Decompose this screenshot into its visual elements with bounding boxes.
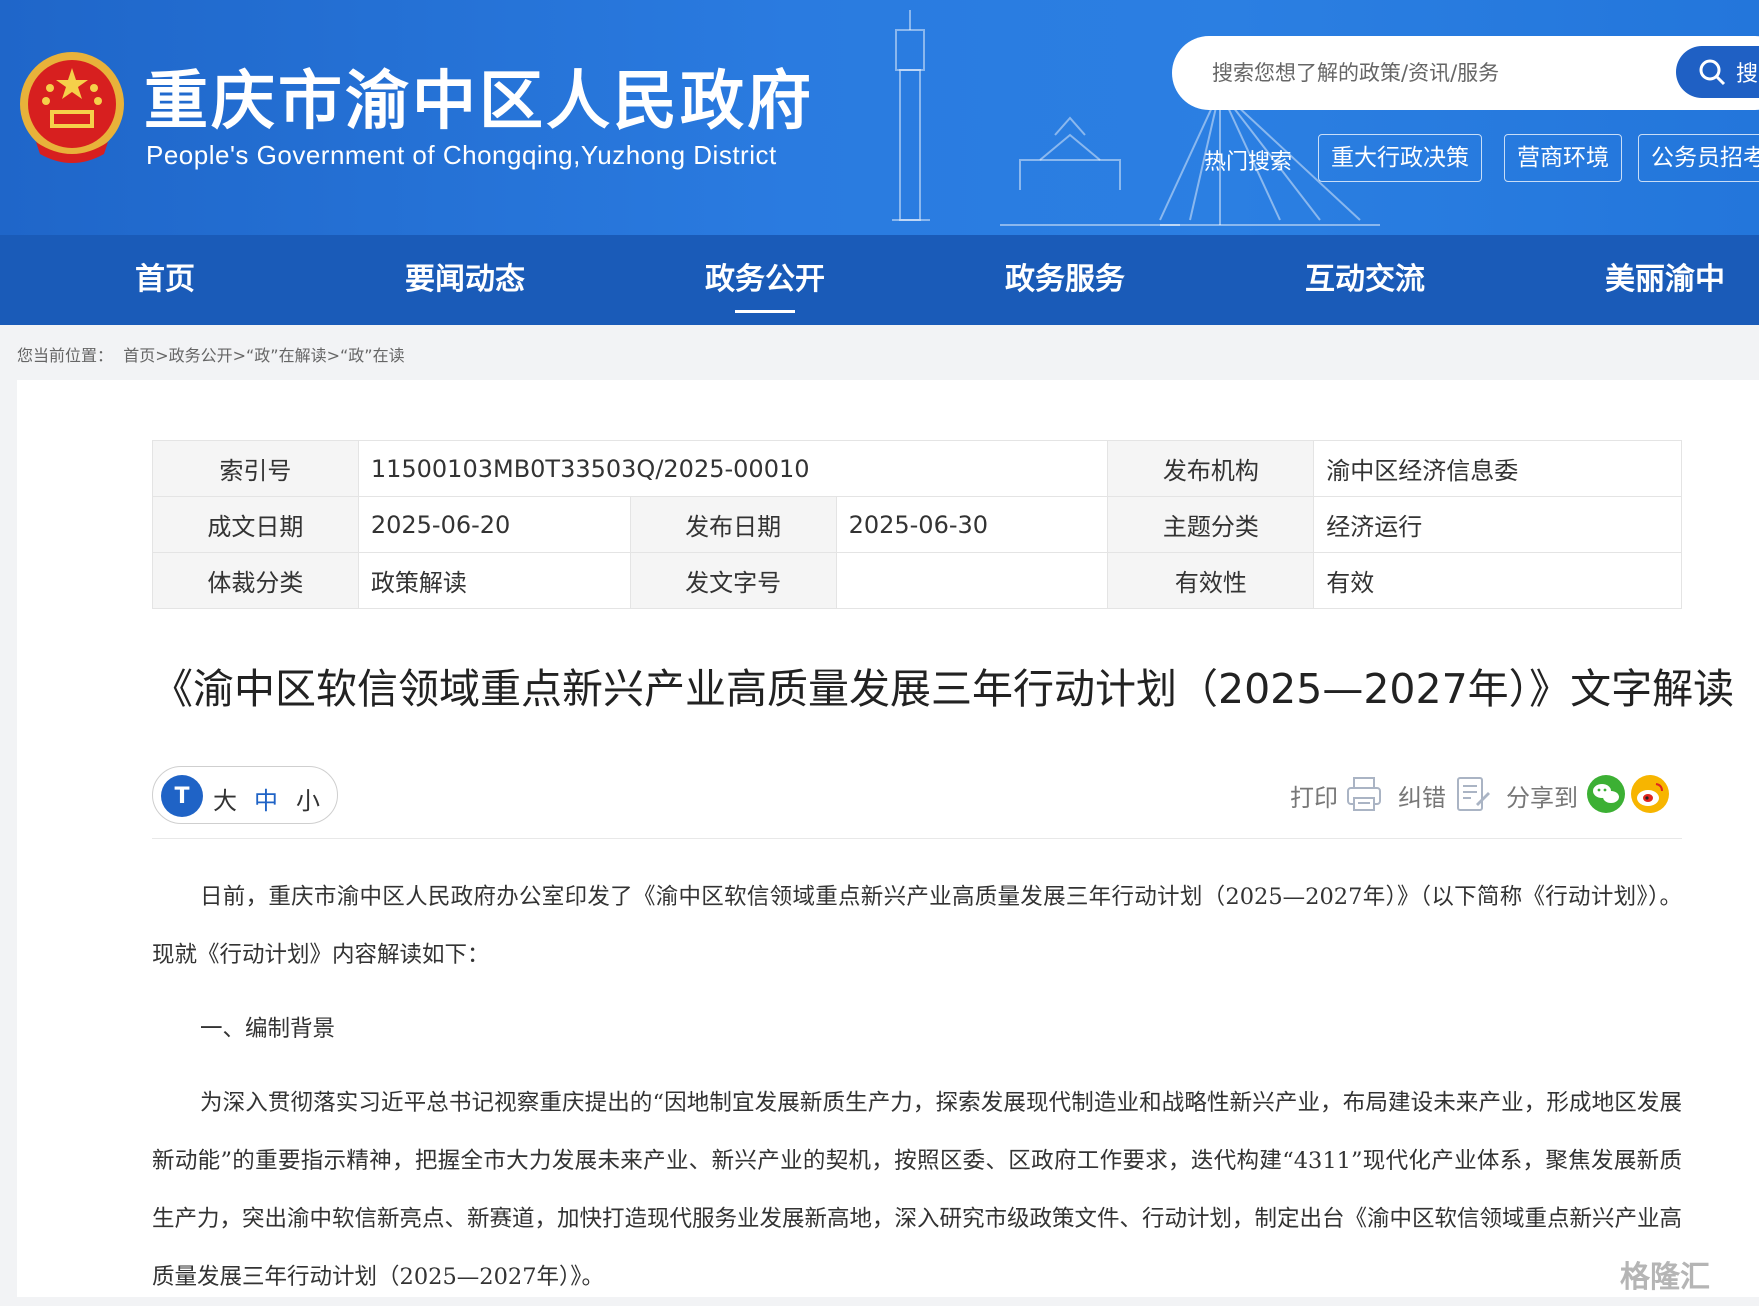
article-body: 日前，重庆市渝中区人民政府办公室印发了《渝中区软信领域重点新兴产业高质量发展三年… xyxy=(152,868,1682,1306)
nav-gov-affairs[interactable]: 政务公开 xyxy=(680,235,850,325)
meta-key: 有效性 xyxy=(1107,552,1315,609)
national-emblem-icon xyxy=(20,52,124,163)
nav-gov-services[interactable]: 政务服务 xyxy=(980,235,1150,325)
meta-key: 体裁分类 xyxy=(152,552,359,609)
meta-index-no: 11500103MB0T33503Q/2025-00010 xyxy=(357,440,1109,497)
article-heading: 一、编制背景 xyxy=(200,1016,336,1042)
font-large-button[interactable]: 大 xyxy=(213,781,237,816)
meta-key: 索引号 xyxy=(152,440,359,497)
meta-publisher: 渝中区经济信息委 xyxy=(1313,440,1682,497)
error-report-icon[interactable] xyxy=(1452,774,1492,814)
search-input[interactable] xyxy=(1212,58,1632,88)
search-button[interactable]: 搜 xyxy=(1676,46,1759,98)
meta-topic: 经济运行 xyxy=(1313,496,1682,553)
site-header: 重庆市渝中区人民政府 People's Government of Chongq… xyxy=(0,0,1759,235)
meta-validity: 有效 xyxy=(1313,552,1682,609)
hot-tag-civil-exam[interactable]: 公务员招考 xyxy=(1638,134,1759,182)
share-label: 分享到 xyxy=(1506,784,1578,812)
section-divider xyxy=(152,838,1682,839)
meta-key: 主题分类 xyxy=(1107,496,1315,553)
search-icon xyxy=(1699,59,1726,86)
table-row: 成文日期 2025-06-20 发布日期 2025-06-30 主题分类 经济运… xyxy=(152,496,1682,553)
table-row: 索引号 11500103MB0T33503Q/2025-00010 发布机构 渝… xyxy=(152,440,1682,497)
search-box xyxy=(1172,36,1759,110)
watermark-logo: 格隆汇 xyxy=(1620,1260,1710,1295)
meta-genre: 政策解读 xyxy=(357,552,631,609)
meta-key: 发文字号 xyxy=(629,552,837,609)
meta-key: 发布机构 xyxy=(1107,440,1315,497)
article-paragraph: 日前，重庆市渝中区人民政府办公室印发了《渝中区软信领域重点新兴产业高质量发展三年… xyxy=(152,884,1682,968)
hot-tag-business-env[interactable]: 营商环境 xyxy=(1504,134,1622,182)
meta-key: 发布日期 xyxy=(629,496,837,553)
search-button-label: 搜 xyxy=(1736,62,1759,87)
hot-tag-major-decisions[interactable]: 重大行政决策 xyxy=(1318,134,1482,182)
breadcrumb-path[interactable]: 首页>政务公开>“政”在解读>“政”在读 xyxy=(123,346,404,365)
error-report-button[interactable]: 纠错 xyxy=(1398,778,1446,813)
hot-search-label: 热门搜索 xyxy=(1204,150,1293,175)
weibo-icon[interactable] xyxy=(1630,774,1670,814)
nav-beautiful-yuzhong[interactable]: 美丽渝中 xyxy=(1580,235,1750,325)
font-size-switch: T 大 中 小 xyxy=(152,766,338,824)
document-title: 《渝中区软信领域重点新兴产业高质量发展三年行动计划（2025—2027年）》文字… xyxy=(152,665,1735,713)
meta-created: 2025-06-20 xyxy=(357,496,631,553)
breadcrumb-label: 您当前位置： xyxy=(17,346,114,365)
main-nav: 首页 要闻动态 政务公开 政务服务 互动交流 美丽渝中 xyxy=(0,235,1759,325)
font-small-button[interactable]: 小 xyxy=(296,781,320,816)
nav-interaction[interactable]: 互动交流 xyxy=(1280,235,1450,325)
print-icon[interactable] xyxy=(1344,774,1384,814)
meta-published: 2025-06-30 xyxy=(835,496,1109,553)
print-button[interactable]: 打印 xyxy=(1290,778,1338,813)
article-paragraph: 为深入贯彻落实习近平总书记视察重庆提出的“因地制宜发展新质生产力，探索发展现代制… xyxy=(152,1090,1683,1290)
site-subtitle: People's Government of Chongqing,Yuzhong… xyxy=(146,140,777,170)
wechat-icon[interactable] xyxy=(1586,774,1626,814)
meta-docno xyxy=(835,552,1109,609)
nav-home[interactable]: 首页 xyxy=(80,235,250,325)
font-medium-button[interactable]: 中 xyxy=(254,781,278,816)
breadcrumb: 您当前位置： 首页>政务公开>“政”在解读>“政”在读 xyxy=(17,342,405,366)
document-meta-table: 索引号 11500103MB0T33503Q/2025-00010 发布机构 渝… xyxy=(152,440,1682,609)
meta-key: 成文日期 xyxy=(152,496,359,553)
font-size-icon: T xyxy=(161,775,203,817)
site-title[interactable]: 重庆市渝中区人民政府 xyxy=(144,50,814,142)
table-row: 体裁分类 政策解读 发文字号 有效性 有效 xyxy=(152,552,1682,609)
nav-news[interactable]: 要闻动态 xyxy=(380,235,550,325)
